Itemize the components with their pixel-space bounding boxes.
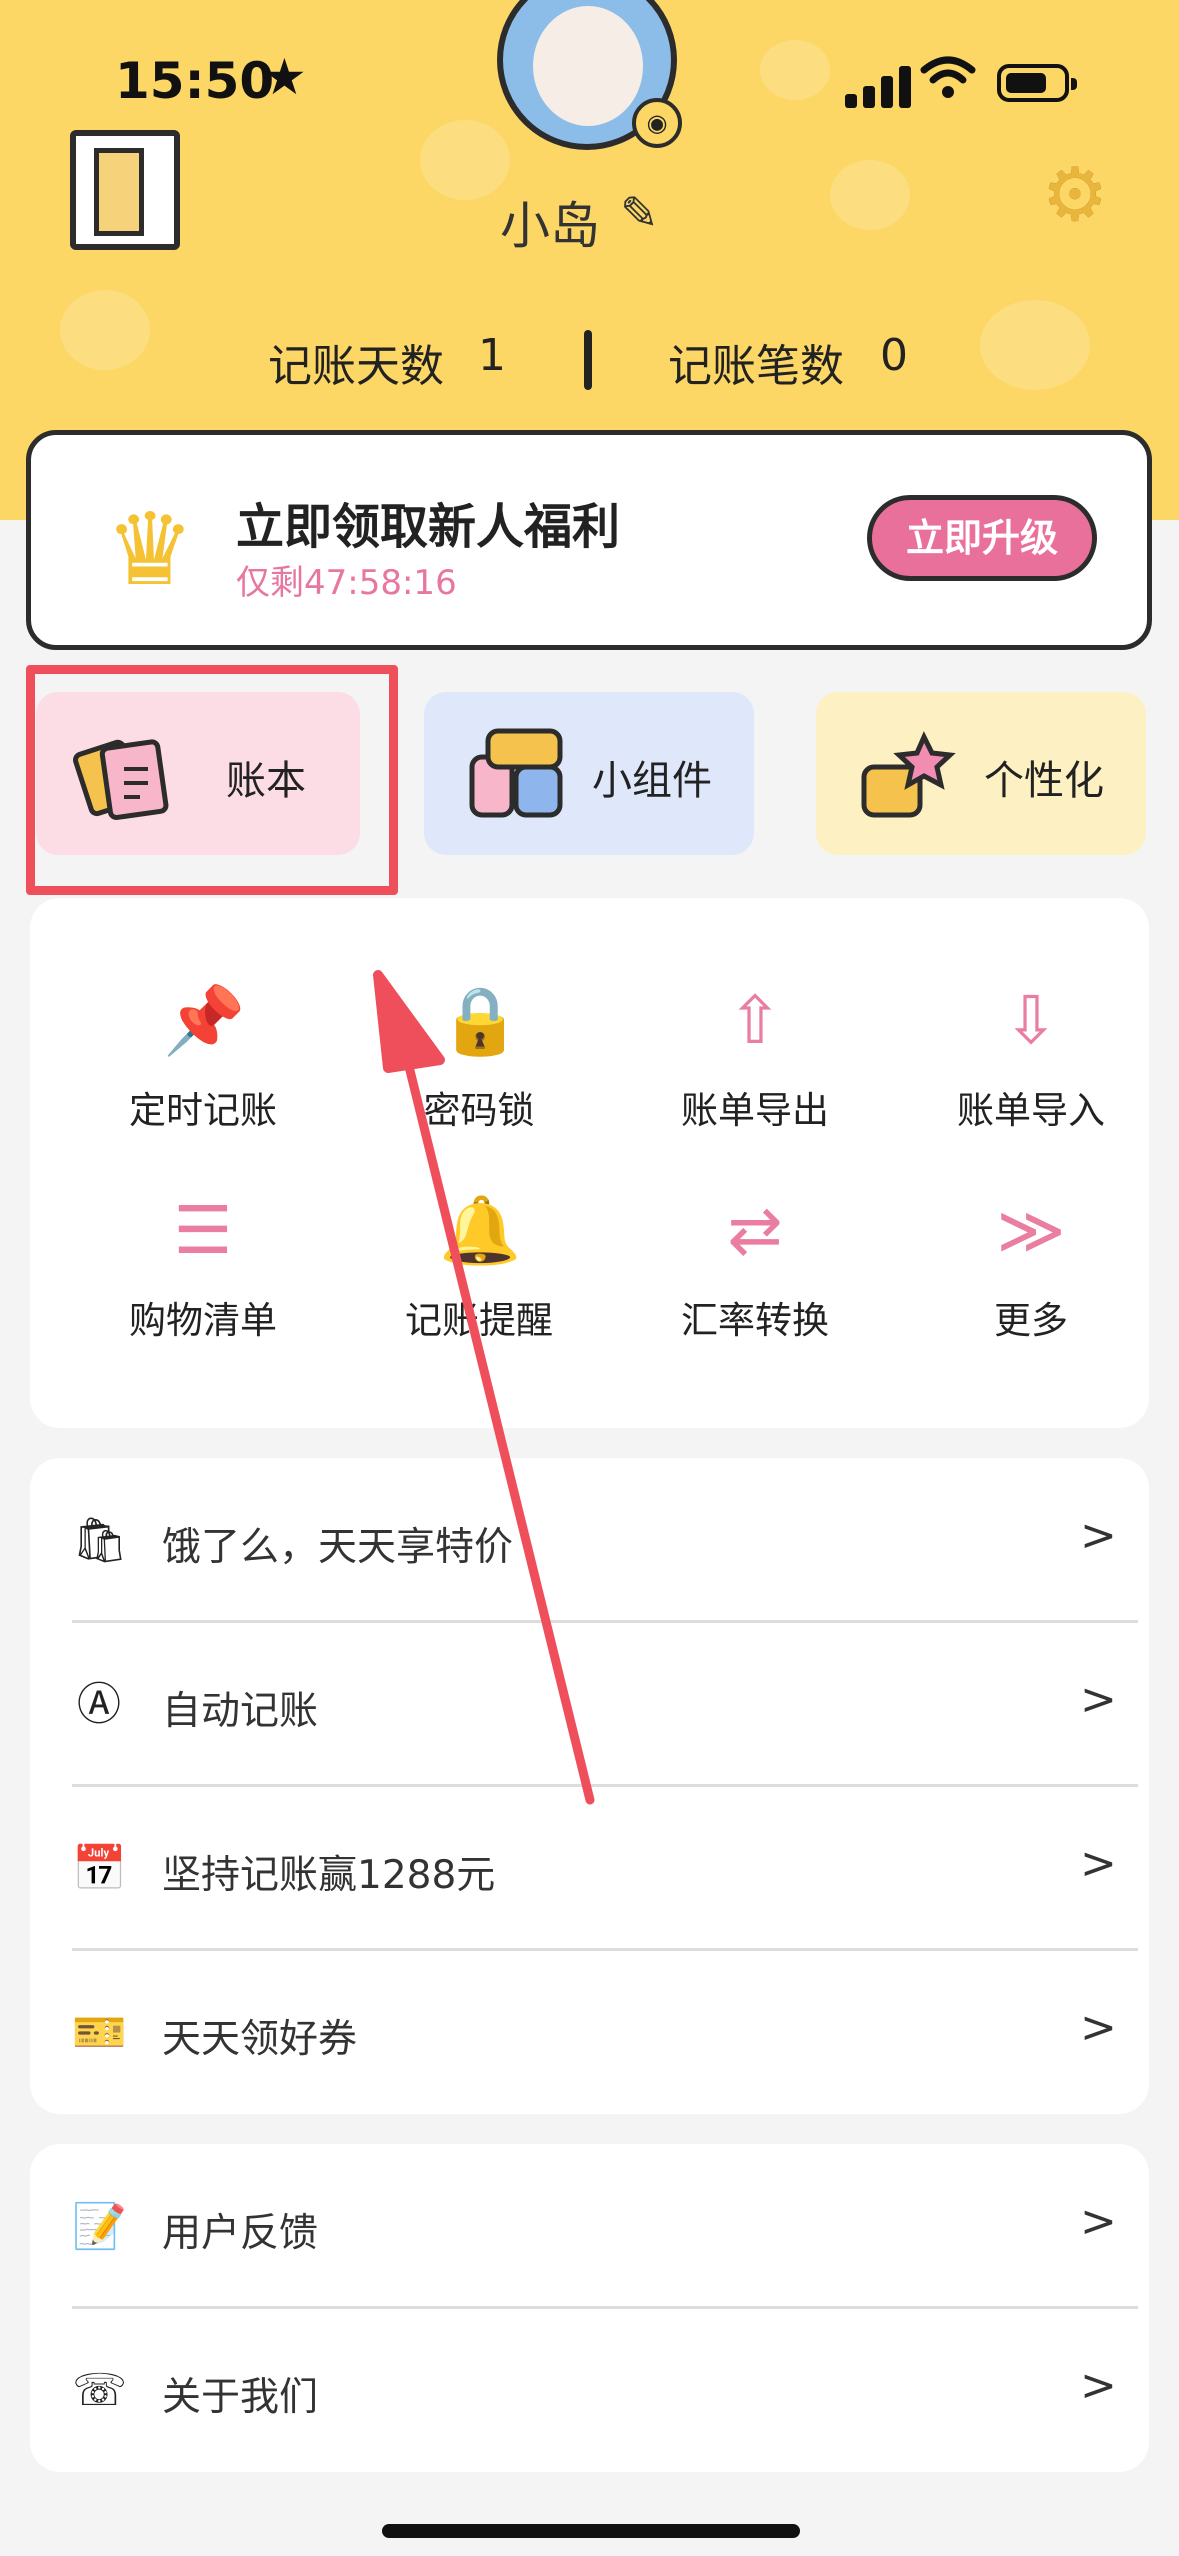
home-indicator[interactable]: [382, 2524, 800, 2538]
annotation-arrow: [373, 970, 595, 1805]
